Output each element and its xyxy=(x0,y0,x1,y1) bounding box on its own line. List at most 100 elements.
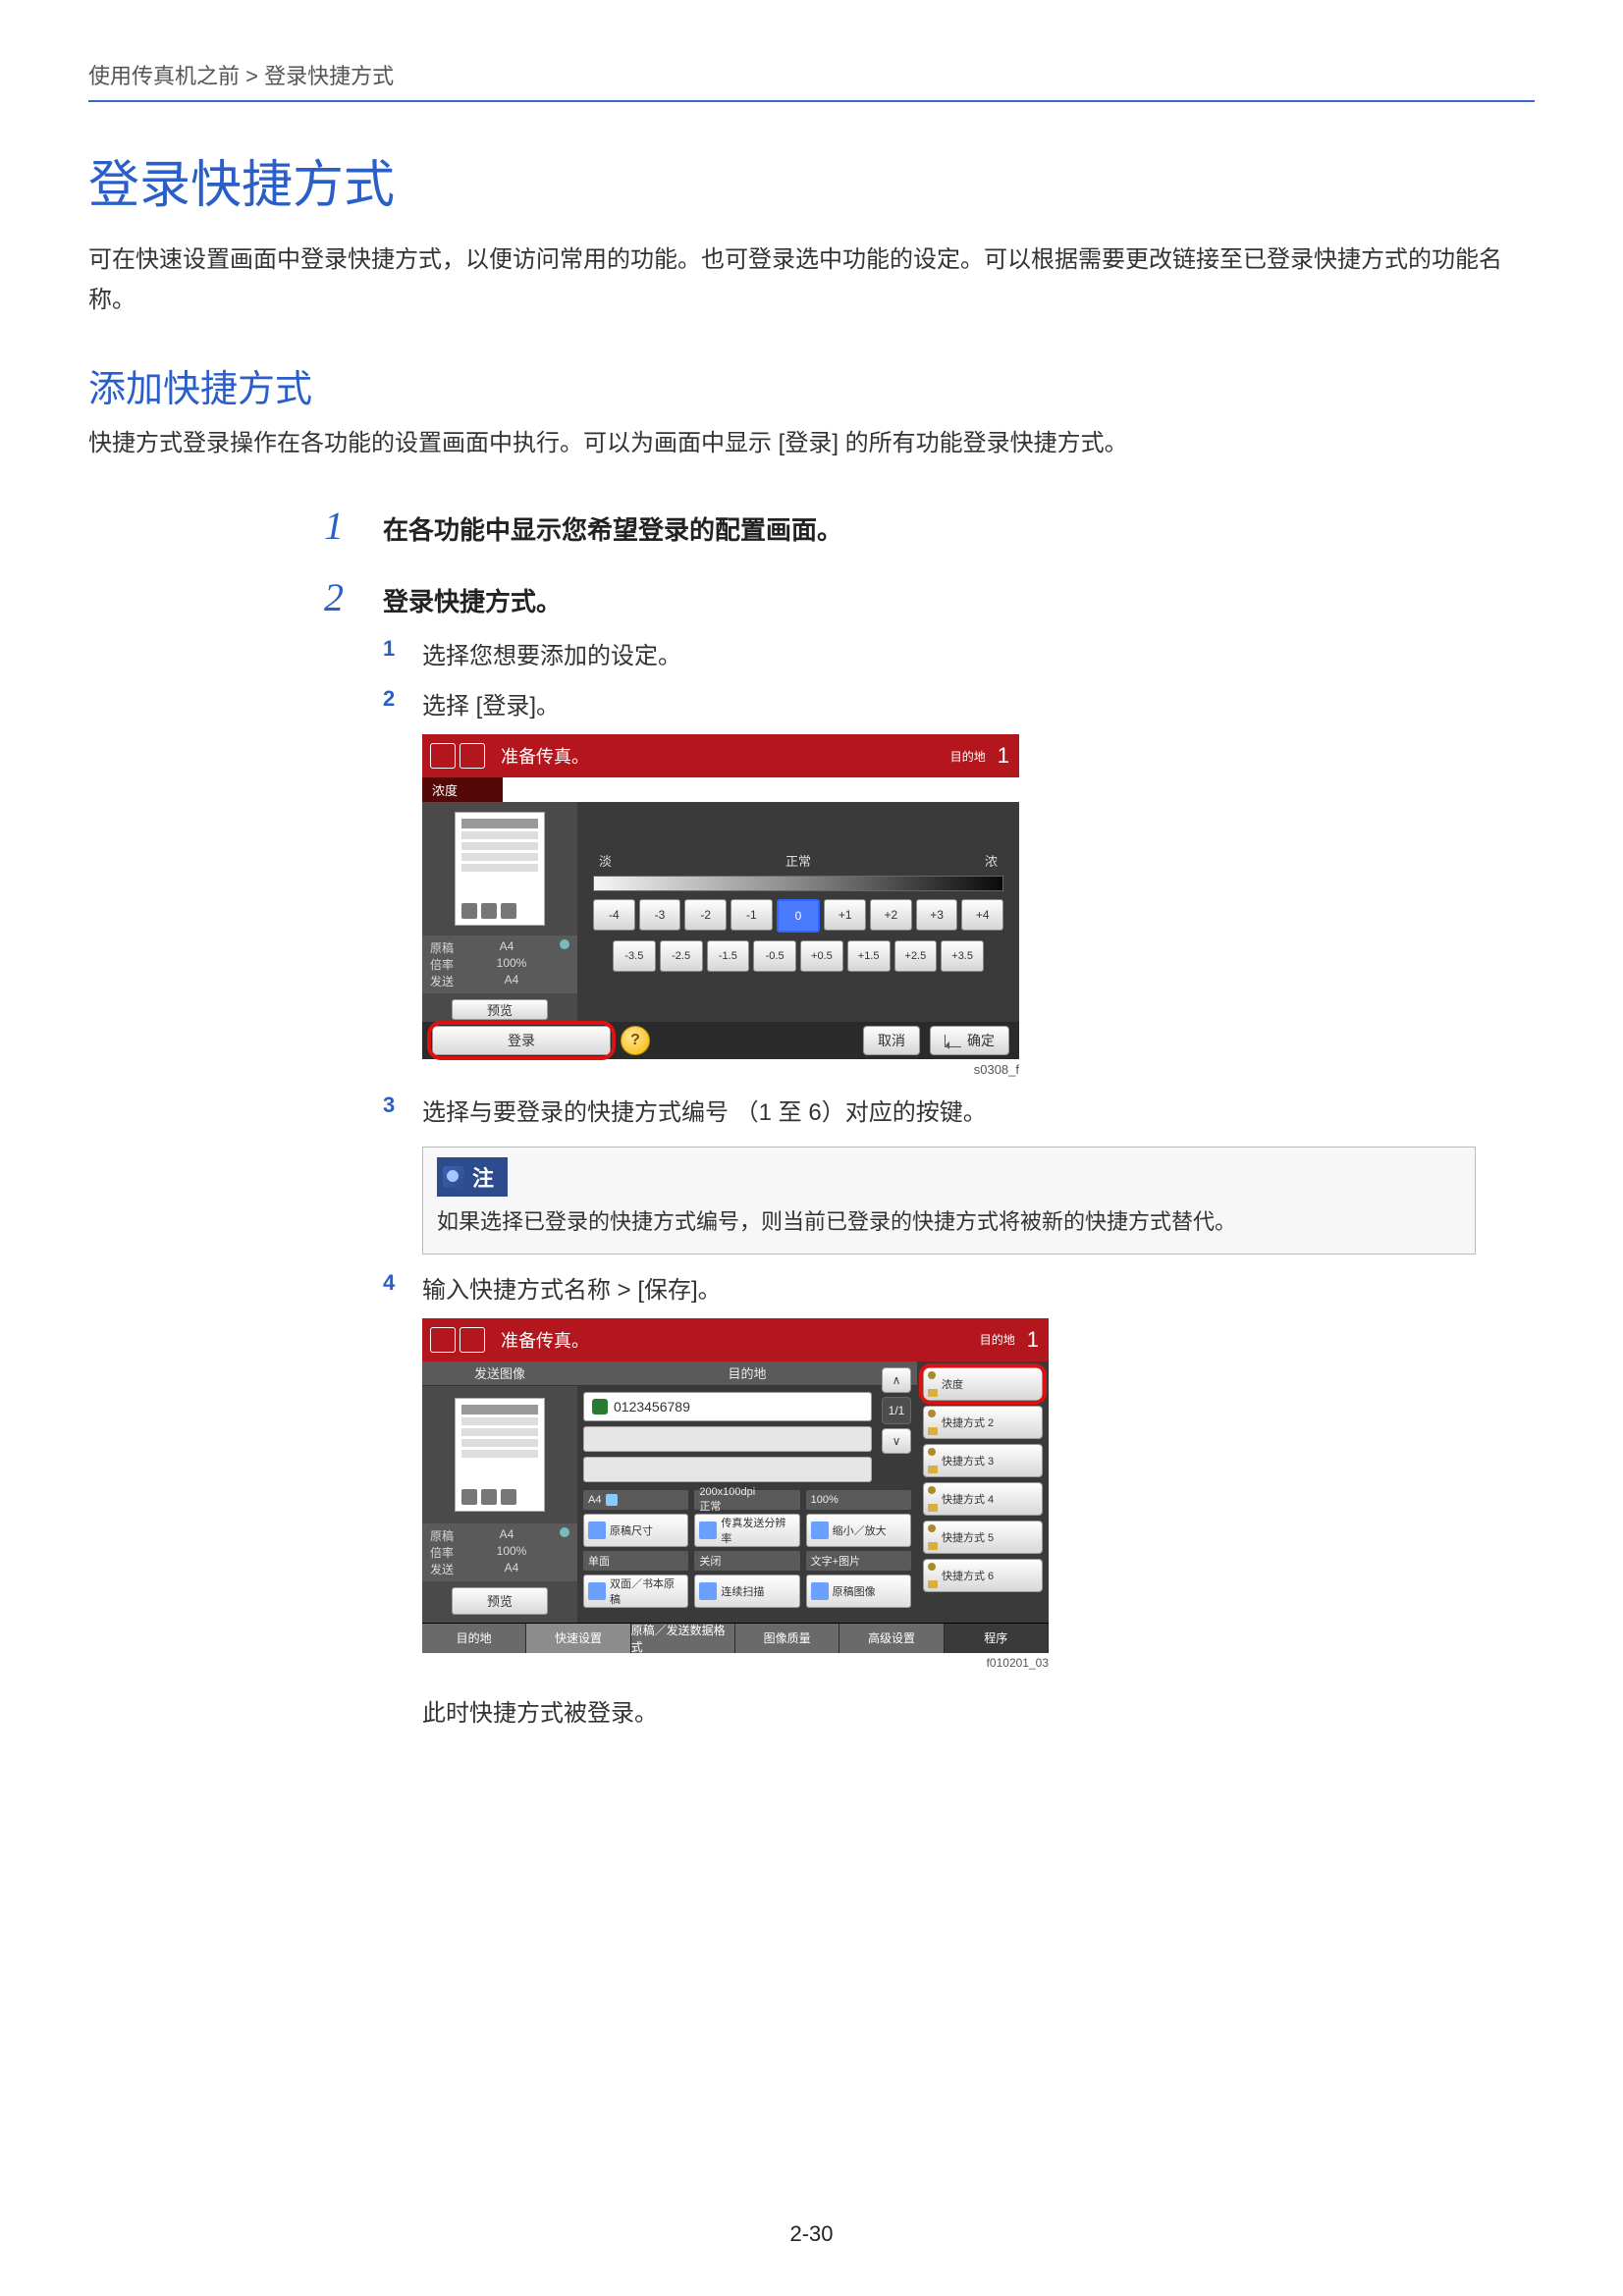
density-button[interactable]: +1 xyxy=(824,899,866,931)
dest-tab: 目的地 xyxy=(577,1362,917,1386)
density-dark-label: 浓 xyxy=(985,851,998,870)
image-icon xyxy=(811,1582,829,1600)
density-button[interactable]: +3 xyxy=(916,899,958,931)
shortcut-6[interactable]: 快捷方式 6 xyxy=(923,1559,1043,1592)
density-button[interactable]: -1 xyxy=(730,899,773,931)
section-paragraph: 快捷方式登录操作在各功能的设置画面中执行。可以为画面中显示 [登录] 的所有功能… xyxy=(88,424,1535,464)
substep-4: 4 输入快捷方式名称 > [保存]。 xyxy=(383,1270,1476,1305)
meta-value: A4 xyxy=(500,939,514,956)
dest-count: 1 xyxy=(994,743,1019,769)
tab-advanced[interactable]: 高级设置 xyxy=(839,1624,944,1653)
highlight-circle xyxy=(919,1363,1047,1405)
shortcut-3[interactable]: 快捷方式 3 xyxy=(923,1444,1043,1477)
page-title: 登录快捷方式 xyxy=(88,143,1535,217)
dest-label: 目的地 xyxy=(950,748,994,765)
dest-label: 目的地 xyxy=(980,1331,1023,1348)
note-title: 注 xyxy=(437,1157,508,1197)
register-shortcut-button[interactable]: 登录 xyxy=(432,1026,611,1055)
density-normal-label: 正常 xyxy=(785,851,811,870)
doc-icon xyxy=(460,1327,485,1353)
step-number: 1 xyxy=(324,503,383,549)
lead-paragraph: 可在快速设置画面中登录快捷方式，以便访问常用的功能。也可登录选中功能的设定。可以… xyxy=(88,240,1535,321)
shortcut-2[interactable]: 快捷方式 2 xyxy=(923,1406,1043,1439)
density-button[interactable]: +1.5 xyxy=(847,940,891,972)
density-button[interactable]: +0.5 xyxy=(800,940,843,972)
dest-field[interactable]: 0123456789 xyxy=(583,1392,872,1421)
status-text: 准备传真。 xyxy=(493,743,950,769)
refresh-icon xyxy=(560,939,569,949)
step-2: 2 登录快捷方式。 1 选择您想要添加的设定。 2 选择 [登录]。 准备传真。… xyxy=(324,574,1476,1727)
density-button[interactable]: -2 xyxy=(684,899,727,931)
shortcut-4[interactable]: 快捷方式 4 xyxy=(923,1482,1043,1516)
doc-icon xyxy=(460,743,485,769)
step-1: 1 在各功能中显示您希望登录的配置画面。 xyxy=(324,503,1476,549)
thumb-icon xyxy=(461,903,477,919)
shortcut-1[interactable]: 浓度 xyxy=(923,1367,1043,1401)
screenshot-density: 准备传真。 目的地 1 浓度 原稿A4 倍率100% 发送A4 xyxy=(422,734,1019,1077)
substep-text: 输入快捷方式名称 > [保存]。 xyxy=(422,1270,1476,1305)
meta-value: 100% xyxy=(497,956,527,973)
refresh-icon xyxy=(560,1527,569,1537)
density-button[interactable]: -3 xyxy=(639,899,681,931)
note-icon xyxy=(443,1166,464,1188)
shortcut-5[interactable]: 快捷方式 5 xyxy=(923,1521,1043,1554)
tab-destination[interactable]: 目的地 xyxy=(422,1624,526,1653)
substep-text: 选择您想要添加的设定。 xyxy=(422,636,1476,670)
density-light-label: 淡 xyxy=(599,851,612,870)
preview-button[interactable]: 预览 xyxy=(452,999,548,1020)
thumb-icon xyxy=(501,903,516,919)
note-body: 如果选择已登录的快捷方式编号，则当前已登录的快捷方式将被新的快捷方式替代。 xyxy=(437,1204,1461,1239)
density-gradient xyxy=(593,876,1003,891)
density-button[interactable]: +4 xyxy=(961,899,1003,931)
substep-number: 2 xyxy=(383,686,422,721)
enter-icon xyxy=(945,1035,961,1047)
tab-program[interactable]: 程序 xyxy=(945,1624,1049,1653)
substep-1: 1 选择您想要添加的设定。 xyxy=(383,636,1476,670)
tab-quicksetup[interactable]: 快速设置 xyxy=(526,1624,630,1653)
duplex-button[interactable]: 双面／书本原稿 xyxy=(583,1575,688,1608)
cancel-button[interactable]: 取消 xyxy=(863,1026,920,1055)
tab-original[interactable]: 原稿／发送数据格式 xyxy=(631,1624,735,1653)
highlight-circle xyxy=(427,1021,616,1060)
density-button[interactable]: -1.5 xyxy=(707,940,750,972)
step-number: 2 xyxy=(324,574,383,620)
step-title: 在各功能中显示您希望登录的配置画面。 xyxy=(383,510,842,547)
tab-image[interactable]: 图像质量 xyxy=(735,1624,839,1653)
thumb-icon xyxy=(481,903,497,919)
density-button[interactable]: +2 xyxy=(870,899,912,931)
density-button[interactable]: -4 xyxy=(593,899,635,931)
scroll-down-button[interactable]: ∨ xyxy=(882,1428,911,1454)
dest-field[interactable] xyxy=(583,1426,872,1452)
help-button[interactable]: ? xyxy=(621,1026,650,1055)
dest-field[interactable] xyxy=(583,1457,872,1482)
zoom-icon xyxy=(811,1522,829,1539)
thumb-icon xyxy=(501,1489,516,1505)
density-button-selected[interactable]: 0 xyxy=(777,899,821,933)
meta-label: 倍率 xyxy=(430,956,454,973)
paper-icon xyxy=(606,1494,618,1506)
continuous-scan-button[interactable]: 连续扫描 xyxy=(694,1575,799,1608)
duplex-icon xyxy=(588,1582,606,1600)
meta-value: A4 xyxy=(505,973,519,989)
meta-label: 发送 xyxy=(430,973,454,989)
meta-label: 原稿 xyxy=(430,939,454,956)
doc-icon xyxy=(430,1327,456,1353)
orig-size-button[interactable]: 原稿尺寸 xyxy=(583,1514,688,1547)
substep-number: 3 xyxy=(383,1093,422,1127)
orig-image-button[interactable]: 原稿图像 xyxy=(806,1575,911,1608)
density-button[interactable]: -0.5 xyxy=(753,940,796,972)
density-button[interactable]: -2.5 xyxy=(660,940,703,972)
preview-button[interactable]: 预览 xyxy=(452,1587,548,1615)
ok-button[interactable]: 确定 xyxy=(930,1026,1009,1055)
ref-code: s0308_f xyxy=(422,1062,1019,1077)
thumb-icon xyxy=(481,1489,497,1505)
density-button[interactable]: -3.5 xyxy=(613,940,656,972)
note-label: 注 xyxy=(472,1161,494,1193)
density-button[interactable]: +3.5 xyxy=(941,940,984,972)
note-box: 注 如果选择已登录的快捷方式编号，则当前已登录的快捷方式将被新的快捷方式替代。 xyxy=(422,1147,1476,1254)
send-image-tab: 发送图像 xyxy=(422,1362,577,1386)
scroll-up-button[interactable]: ∧ xyxy=(882,1367,911,1393)
zoom-button[interactable]: 缩小／放大 xyxy=(806,1514,911,1547)
resolution-button[interactable]: 传真发送分辨率 xyxy=(694,1514,799,1547)
density-button[interactable]: +2.5 xyxy=(894,940,938,972)
